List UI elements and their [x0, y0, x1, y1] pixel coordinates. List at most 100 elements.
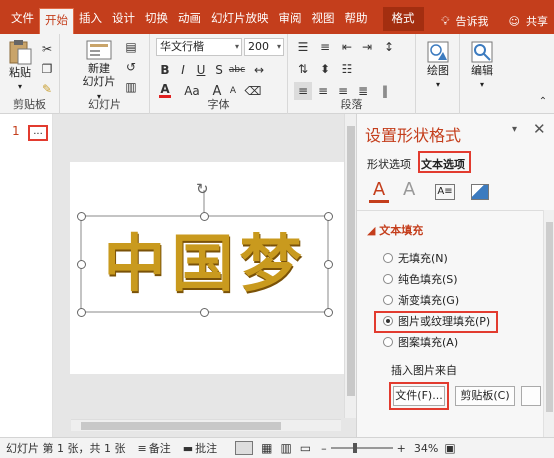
tab-insert[interactable]: 插入 [74, 7, 107, 31]
tab-file[interactable]: 文件 [6, 7, 39, 31]
zoom-slider[interactable] [330, 443, 393, 453]
layout-icon[interactable]: ▤ [122, 38, 140, 56]
slide-thumbnail[interactable]: ... [28, 125, 48, 141]
font-label: 字体 [207, 98, 230, 111]
solid-fill-option[interactable]: 纯色填充(S) [383, 271, 458, 287]
resize-handle-s[interactable] [200, 308, 209, 317]
tab-help[interactable]: 帮助 [340, 7, 373, 31]
resize-handle-e[interactable] [324, 260, 333, 269]
align-text-icon[interactable]: ⬍ [316, 60, 334, 78]
tell-me-input[interactable]: 告诉我 [456, 13, 489, 29]
resize-handle-w[interactable] [77, 260, 86, 269]
paste-button[interactable]: 粘贴 ▾ [4, 38, 36, 93]
tab-design[interactable]: 设计 [107, 7, 140, 31]
format-shape-pane: 设置形状格式 ▾ ✕ 形状选项 文本选项 A A A≡ ◢ 文本填充 无填充(N… [356, 114, 554, 437]
copy-icon[interactable]: ❐ [38, 60, 56, 78]
char-spacing-icon[interactable]: ↔ [250, 61, 268, 79]
horizontal-scrollbar[interactable] [71, 419, 341, 431]
zoom-out-button[interactable]: – [321, 442, 327, 455]
textbox-icon[interactable]: A≡ [435, 184, 455, 200]
comments-button[interactable]: ▬ 批注 [183, 440, 217, 456]
resize-handle-nw[interactable] [77, 212, 86, 221]
section-icon[interactable]: ▥ [122, 78, 140, 96]
decrease-indent-icon[interactable]: ⇤ [338, 38, 356, 56]
tab-transitions[interactable]: 切换 [140, 7, 173, 31]
slide[interactable]: ↻ 中国梦 [70, 162, 353, 374]
pattern-fill-option[interactable]: 图案填充(A) [383, 334, 458, 350]
drawing-button[interactable]: 绘图 ▾ [422, 40, 454, 91]
numbering-icon[interactable]: ≡ [316, 38, 334, 56]
pane-scrollbar[interactable] [543, 210, 554, 437]
shadow-button[interactable]: S [210, 61, 228, 79]
share-button[interactable]: 共享 [526, 13, 548, 29]
find-icon [471, 41, 493, 63]
new-slide-button[interactable]: 新建 幻灯片 ▾ [82, 38, 116, 103]
pane-options-icon[interactable]: ▾ [512, 124, 517, 135]
editing-button[interactable]: 编辑 ▾ [466, 40, 498, 91]
new-slide-icon [86, 40, 112, 60]
zoom-in-button[interactable]: + [397, 442, 406, 455]
menu-right: 💡︎ 告诉我 ☺ 共享 [441, 8, 554, 34]
picture-icon[interactable] [471, 184, 489, 200]
normal-view-icon[interactable] [235, 441, 254, 455]
cut-icon[interactable]: ✂ [38, 40, 56, 58]
paragraph-label: 段落 [340, 98, 363, 111]
text-direction-icon[interactable]: ⇅ [294, 60, 312, 78]
editing-group: 编辑 ▾ [460, 34, 504, 114]
tab-view[interactable]: 视图 [307, 7, 340, 31]
resize-handle-ne[interactable] [324, 212, 333, 221]
italic-button[interactable]: I [174, 61, 192, 79]
radio[interactable] [383, 337, 393, 347]
notes-icon: ≡ [137, 441, 147, 455]
vertical-scrollbar[interactable] [344, 114, 356, 418]
scroll-thumb[interactable] [347, 126, 355, 396]
text-fill-icon[interactable]: A [369, 180, 389, 203]
slide-number: 1 [12, 124, 20, 138]
bullets-icon[interactable]: ☰ [294, 38, 312, 56]
powerpoint-window: 文件 开始 插入 设计 切换 动画 幻灯片放映 审阅 视图 帮助 格式 💡︎ 告… [0, 0, 554, 458]
zoom-level[interactable]: 34% [414, 442, 438, 455]
tab-home[interactable]: 开始 [39, 8, 74, 34]
notes-button[interactable]: ≡ 备注 [137, 440, 170, 456]
clipboard-label: 剪贴板 [13, 98, 46, 111]
radio[interactable] [383, 274, 393, 284]
font-size-select[interactable]: 200 ▾ [244, 38, 284, 56]
reading-view-icon[interactable]: ▥ [280, 441, 291, 455]
line-spacing-icon[interactable]: ↕ [380, 38, 398, 56]
wordart-text[interactable]: 中国梦 [84, 228, 327, 300]
rotate-handle[interactable]: ↻ [196, 180, 209, 198]
strikethrough-button[interactable]: abc [228, 61, 246, 79]
tab-animations[interactable]: 动画 [173, 7, 206, 31]
slides-group: 新建 幻灯片 ▾ ▤ ↺ ▥ 幻灯片 [60, 34, 150, 114]
resize-handle-n[interactable] [200, 212, 209, 221]
clipboard-button[interactable]: 剪贴板(C) [455, 386, 515, 406]
slide-info: 幻灯片 第 1 张，共 1 张 [6, 442, 126, 455]
tab-review[interactable]: 审阅 [274, 7, 307, 31]
collapse-ribbon-icon[interactable]: ⌃ [534, 92, 552, 110]
close-icon[interactable]: ✕ [533, 120, 546, 138]
smartart-icon[interactable]: ☷ [338, 60, 356, 78]
hscroll-thumb[interactable] [81, 422, 281, 430]
text-fill-section-header[interactable]: ◢ 文本填充 [367, 222, 423, 238]
fit-slide-icon[interactable]: ▣ [444, 441, 455, 455]
pane-scroll-thumb[interactable] [546, 222, 553, 412]
reset-icon[interactable]: ↺ [122, 58, 140, 76]
text-effects-icon[interactable]: A [403, 180, 415, 200]
underline-button[interactable]: U [192, 61, 210, 79]
no-fill-option[interactable]: 无填充(N) [383, 250, 448, 266]
zoom-thumb[interactable] [352, 443, 357, 453]
gradient-fill-option[interactable]: 渐变填充(G) [383, 292, 459, 308]
font-family-select[interactable]: 华文行楷 ▾ [156, 38, 242, 56]
tab-slideshow[interactable]: 幻灯片放映 [206, 7, 274, 31]
online-button[interactable] [521, 386, 541, 406]
slide-sorter-icon[interactable]: ▦ [261, 441, 272, 455]
resize-handle-sw[interactable] [77, 308, 86, 317]
radio[interactable] [383, 253, 393, 263]
bold-button[interactable]: B [156, 61, 174, 79]
slideshow-view-icon[interactable]: ▭ [300, 441, 311, 455]
tab-shape-options[interactable]: 形状选项 [367, 156, 411, 172]
resize-handle-se[interactable] [324, 308, 333, 317]
increase-indent-icon[interactable]: ⇥ [358, 38, 376, 56]
radio[interactable] [383, 295, 393, 305]
tab-format[interactable]: 格式 [382, 7, 424, 31]
